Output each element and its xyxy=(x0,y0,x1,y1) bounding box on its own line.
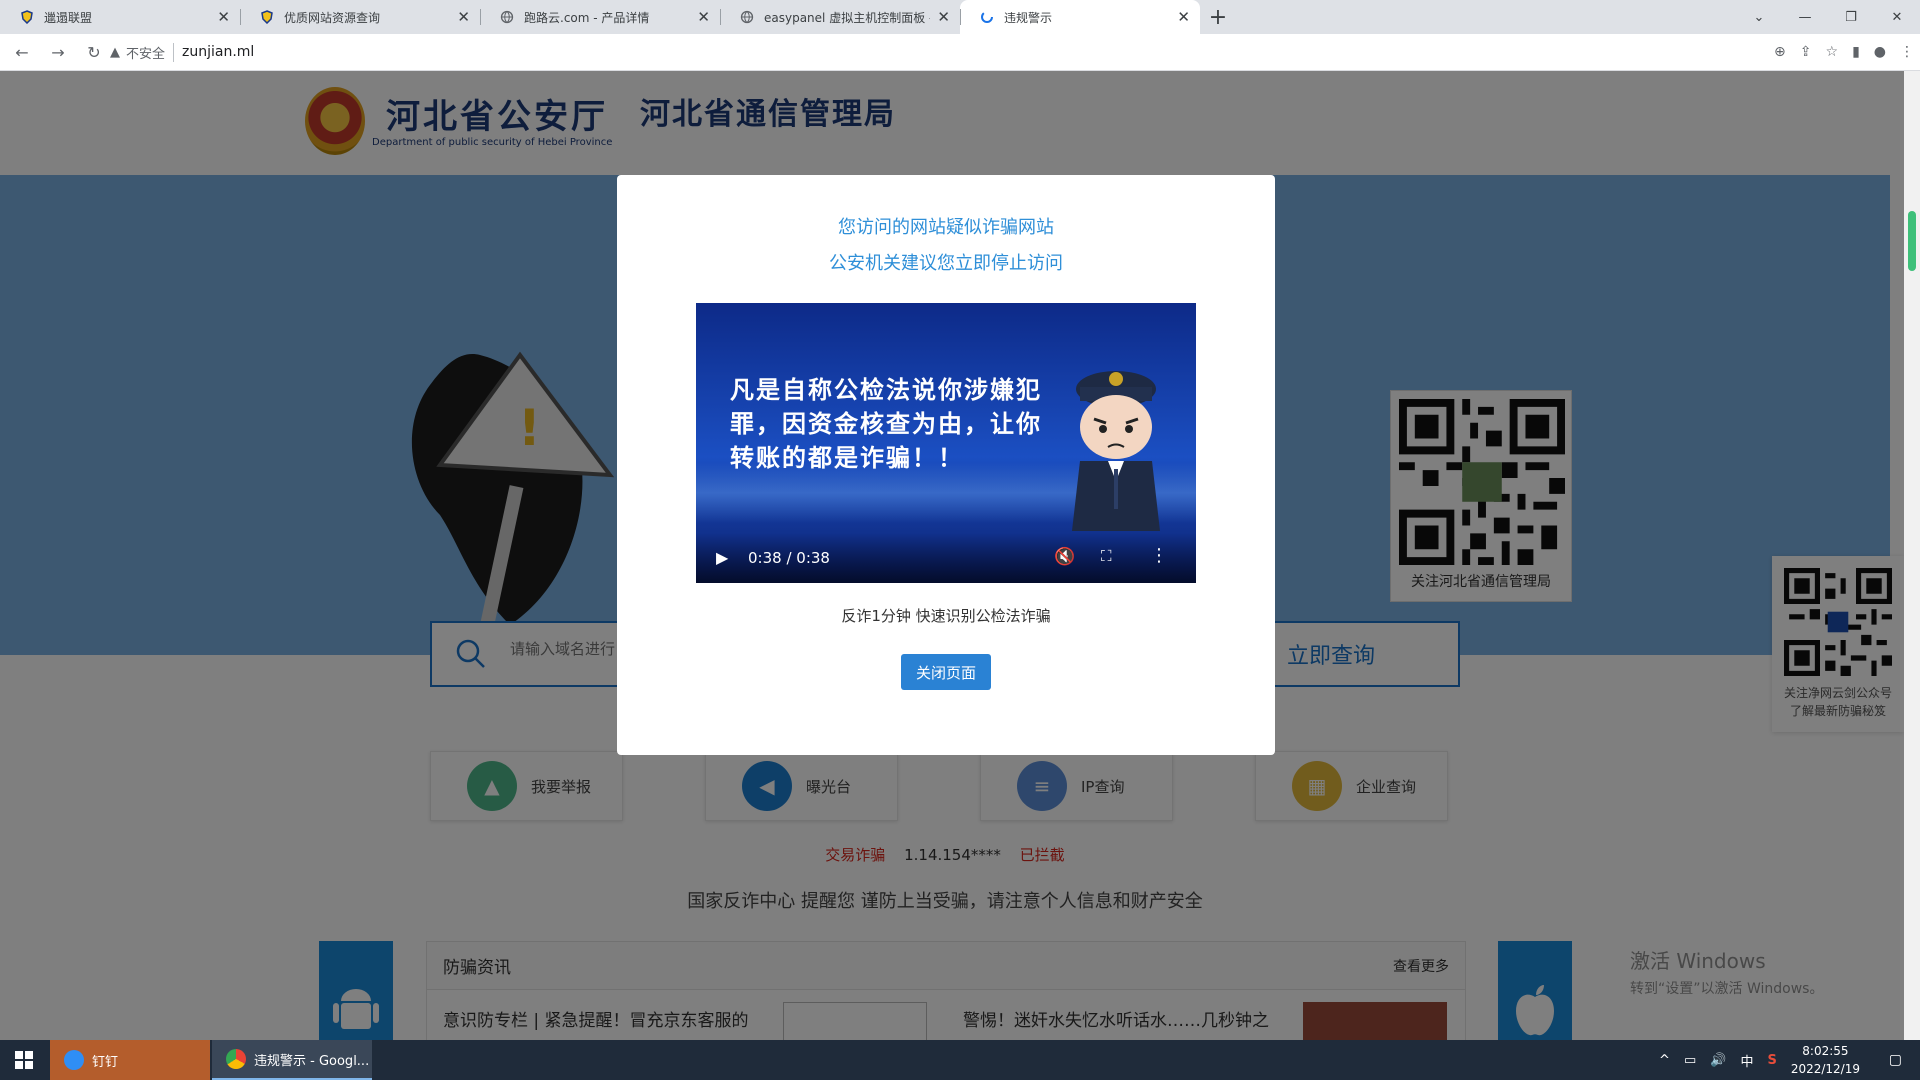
profile-avatar-icon[interactable]: ● xyxy=(1874,44,1886,60)
side-panel-icon[interactable]: ▮ xyxy=(1852,44,1860,60)
security-label[interactable]: 不安全 xyxy=(126,42,175,62)
taskbar-app-chrome[interactable]: 违规警示 - Googl... xyxy=(212,1040,372,1080)
video-time: 0:38 / 0:38 xyxy=(748,549,830,567)
tab-search-icon[interactable]: ⌄ xyxy=(1736,0,1782,34)
close-tab-icon[interactable]: ✕ xyxy=(1177,8,1190,26)
volume-icon[interactable]: 🔊 xyxy=(1710,1053,1726,1068)
sogou-ime-icon[interactable]: S xyxy=(1767,1053,1776,1068)
taskbar-app-label: 钉钉 xyxy=(92,1054,119,1070)
page-scrollbar[interactable] xyxy=(1904,71,1920,1042)
fullscreen-icon[interactable]: ⛶ xyxy=(1101,547,1112,565)
close-page-button[interactable]: 关闭页面 xyxy=(901,654,991,690)
notification-center-icon[interactable]: ▢ xyxy=(1889,1052,1902,1068)
clock-date: 2022/12/19 xyxy=(1790,1062,1860,1076)
anti-fraud-video[interactable]: 凡是自称公检法说你涉嫌犯罪，因资金核查为由，让你转账的都是诈骗！！ ▶ 0:38… xyxy=(696,303,1196,583)
address-bar[interactable]: ▲ 不安全 zunjian.ml xyxy=(110,38,1790,66)
modal-overlay: 您访问的网站疑似诈骗网站 公安机关建议您立即停止访问 凡是自称公检法说你涉嫌犯罪… xyxy=(0,71,1904,1042)
bookmark-star-icon[interactable]: ☆ xyxy=(1826,44,1839,60)
play-icon[interactable]: ▶ xyxy=(716,548,728,567)
network-icon[interactable]: ▭ xyxy=(1684,1053,1696,1068)
close-tab-icon[interactable]: ✕ xyxy=(457,8,470,26)
close-tab-icon[interactable]: ✕ xyxy=(937,8,950,26)
tab-1[interactable]: 邋遢联盟 ✕ xyxy=(0,0,240,34)
tab-title: 跑路云.com - 产品详情 xyxy=(524,10,650,25)
muted-speaker-icon[interactable]: 🔇 xyxy=(1054,547,1075,567)
police-officer-cartoon-icon xyxy=(1072,371,1160,531)
tab-4[interactable]: easypanel 虚拟主机控制面板 - P ✕ xyxy=(720,0,960,34)
tab-5-active[interactable]: 违规警示 ✕ xyxy=(960,0,1200,34)
taskbar-app-dingtalk[interactable]: 钉钉 xyxy=(50,1040,210,1080)
shield-favicon-icon xyxy=(261,10,273,24)
modal-line-2: 公安机关建议您立即停止访问 xyxy=(829,253,1063,274)
system-tray: ^ ▭ 🔊 中 S 8:02:55 2022/12/19 xyxy=(1659,1040,1860,1080)
globe-icon xyxy=(740,10,754,24)
video-description: 反诈1分钟 快速识别公检法诈骗 xyxy=(841,607,1051,625)
tab-title: easypanel 虚拟主机控制面板 - P xyxy=(764,10,930,25)
clock-time: 8:02:55 xyxy=(1802,1044,1849,1058)
windows-taskbar: 钉钉 违规警示 - Googl... ^ ▭ 🔊 中 S 8:02:55 202… xyxy=(0,1040,1920,1080)
windows-logo-icon xyxy=(15,1051,33,1069)
browser-toolbar: ← → ↻ ▲ 不安全 zunjian.ml ⊕ ⇪ ☆ ▮ ● ⋮ xyxy=(0,34,1920,71)
tab-2[interactable]: 优质网站资源查询 ✕ xyxy=(240,0,480,34)
start-button[interactable] xyxy=(0,1040,48,1080)
dingtalk-icon xyxy=(64,1050,84,1070)
loading-favicon-icon xyxy=(981,11,993,23)
zoom-icon[interactable]: ⊕ xyxy=(1774,44,1786,60)
window-controls: ⌄ — ❐ ✕ xyxy=(1736,0,1920,34)
share-icon[interactable]: ⇪ xyxy=(1800,44,1812,60)
fraud-warning-modal: 您访问的网站疑似诈骗网站 公安机关建议您立即停止访问 凡是自称公检法说你涉嫌犯罪… xyxy=(617,175,1275,755)
url-text[interactable]: zunjian.ml xyxy=(182,44,254,60)
video-caption-overlay: 凡是自称公检法说你涉嫌犯罪，因资金核查为由，让你转账的都是诈骗！！ xyxy=(730,376,1042,472)
close-tab-icon[interactable]: ✕ xyxy=(217,8,230,26)
video-menu-icon[interactable]: ⋮ xyxy=(1150,545,1168,566)
tab-title: 违规警示 xyxy=(1004,10,1053,25)
system-clock[interactable]: 8:02:55 2022/12/19 xyxy=(1791,1042,1860,1078)
globe-icon xyxy=(500,10,514,24)
taskbar-app-label: 违规警示 - Googl... xyxy=(254,1053,370,1069)
ime-indicator[interactable]: 中 xyxy=(1740,1051,1753,1070)
restore-icon[interactable]: ❐ xyxy=(1828,0,1874,34)
warning-icon[interactable]: ▲ xyxy=(110,45,120,60)
back-icon[interactable]: ← xyxy=(8,38,36,66)
minimize-icon[interactable]: — xyxy=(1782,0,1828,34)
chrome-icon xyxy=(226,1049,246,1069)
tab-title: 邋遢联盟 xyxy=(44,10,93,25)
tab-3[interactable]: 跑路云.com - 产品详情 ✕ xyxy=(480,0,720,34)
shield-favicon-icon xyxy=(21,10,33,24)
scrollbar-thumb[interactable] xyxy=(1908,211,1916,271)
forward-icon[interactable]: → xyxy=(44,38,72,66)
modal-line-1: 您访问的网站疑似诈骗网站 xyxy=(838,217,1054,238)
toolbar-actions: ⊕ ⇪ ☆ ▮ ● ⋮ xyxy=(1774,38,1914,66)
close-tab-icon[interactable]: ✕ xyxy=(697,8,710,26)
reload-icon[interactable]: ↻ xyxy=(80,38,108,66)
menu-kebab-icon[interactable]: ⋮ xyxy=(1900,44,1914,60)
close-window-icon[interactable]: ✕ xyxy=(1874,0,1920,34)
tray-chevron-icon[interactable]: ^ xyxy=(1659,1053,1670,1068)
tab-title: 优质网站资源查询 xyxy=(284,10,381,25)
new-tab-button[interactable]: + xyxy=(1200,0,1236,34)
tab-strip: 邋遢联盟 ✕ 优质网站资源查询 ✕ 跑路云.com - 产品详情 ✕ easyp… xyxy=(0,0,1920,34)
video-controls: ▶ 0:38 / 0:38 🔇 ⛶ ⋮ xyxy=(696,533,1196,583)
